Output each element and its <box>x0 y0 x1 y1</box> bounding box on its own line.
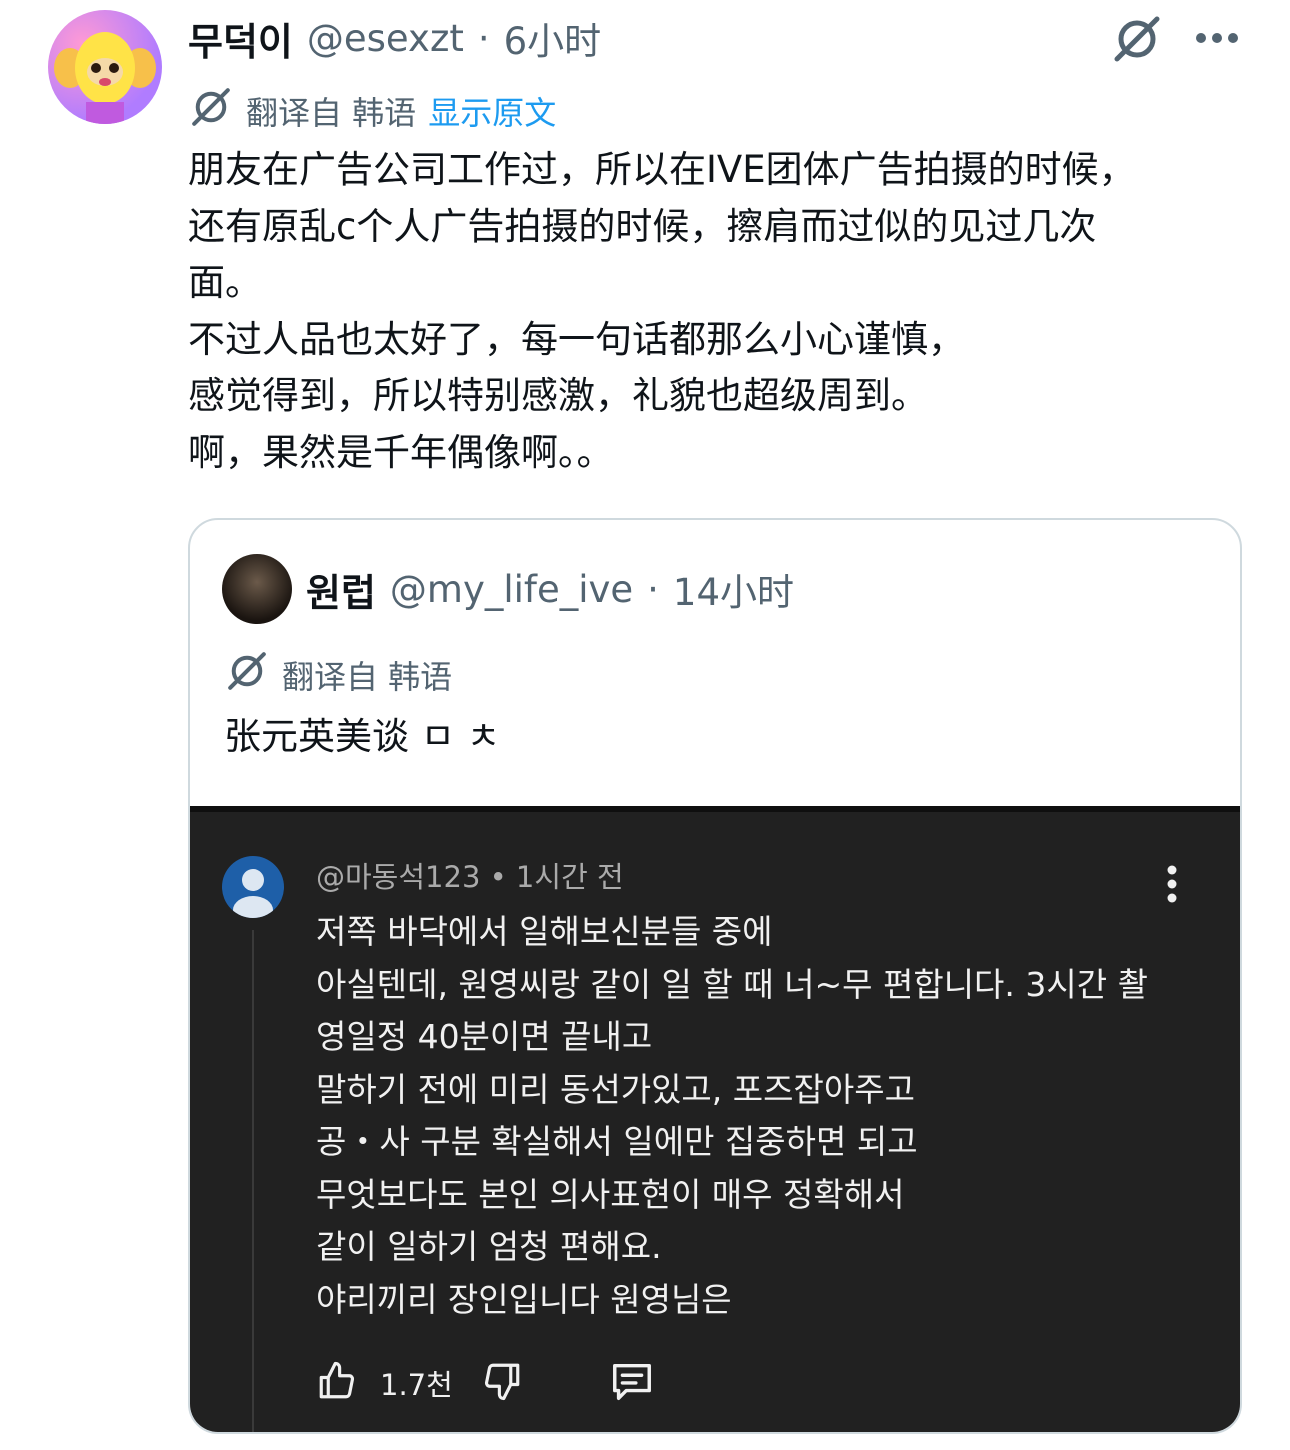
thumbs-up-icon <box>316 1360 358 1406</box>
attached-image-youtube-comment[interactable]: @마동석123 • 1시간 전 저쪽 바닥에서 일해보신분들 중에 아실텐데, … <box>190 806 1240 1432</box>
comment-actions: 1.7천 <box>316 1358 655 1408</box>
translate-icon <box>188 84 234 138</box>
quoted-separator-dot: · <box>647 567 659 611</box>
author-handle[interactable]: @esexzt <box>307 17 464 60</box>
quoted-translated-from-label: 翻译自 韩语 <box>282 658 453 696</box>
quoted-author-avatar[interactable] <box>222 554 292 624</box>
grok-icon[interactable] <box>1108 10 1166 68</box>
quoted-translation-line: 翻译自 韩语 <box>224 648 452 702</box>
kebab-icon <box>1166 864 1178 908</box>
tweet-body: 朋友在广告公司工作过，所以在IVE团体广告拍摄的时候， 还有原乱c个人广告拍摄的… <box>188 148 1136 474</box>
commenter-avatar <box>222 856 284 918</box>
quoted-tweet-card[interactable]: 원럽 @my_life_ive · 14小时 翻译自 韩语 张元英美谈 ㅁ ㅊ … <box>188 518 1242 1434</box>
reply-icon <box>609 1358 655 1408</box>
thumbs-down-icon <box>481 1360 523 1406</box>
translation-line: 翻译自 韩语 显示原文 <box>188 84 556 138</box>
tweet-header: 무덕이 @esexzt · 6小时 <box>188 12 601 64</box>
quoted-author-handle[interactable]: @my_life_ive <box>390 568 633 611</box>
separator-dot: · <box>477 16 490 60</box>
quoted-text: 张元英美谈 ㅁ ㅊ <box>224 715 501 758</box>
show-original-link[interactable]: 显示原文 <box>428 88 556 134</box>
tweet-time[interactable]: 6小时 <box>504 11 602 65</box>
quoted-header: 원럽 @my_life_ive · 14小时 <box>222 554 794 624</box>
comment-meta: @마동석123 • 1시간 전 <box>316 860 624 894</box>
translated-from-label: 翻译自 韩语 <box>246 94 417 132</box>
more-icon[interactable] <box>1192 18 1242 58</box>
thread-line <box>252 930 254 1432</box>
author-name[interactable]: 무덕이 <box>188 11 293 66</box>
quoted-author-name[interactable]: 원럽 <box>306 562 376 617</box>
author-avatar[interactable] <box>48 10 162 124</box>
like-count: 1.7천 <box>380 1368 453 1402</box>
translate-icon <box>224 648 270 702</box>
comment-text: 저쪽 바닥에서 일해보신분들 중에 아실텐데, 원영씨랑 같이 일 할 때 너~… <box>316 912 1148 1319</box>
quoted-time[interactable]: 14小时 <box>673 562 794 616</box>
